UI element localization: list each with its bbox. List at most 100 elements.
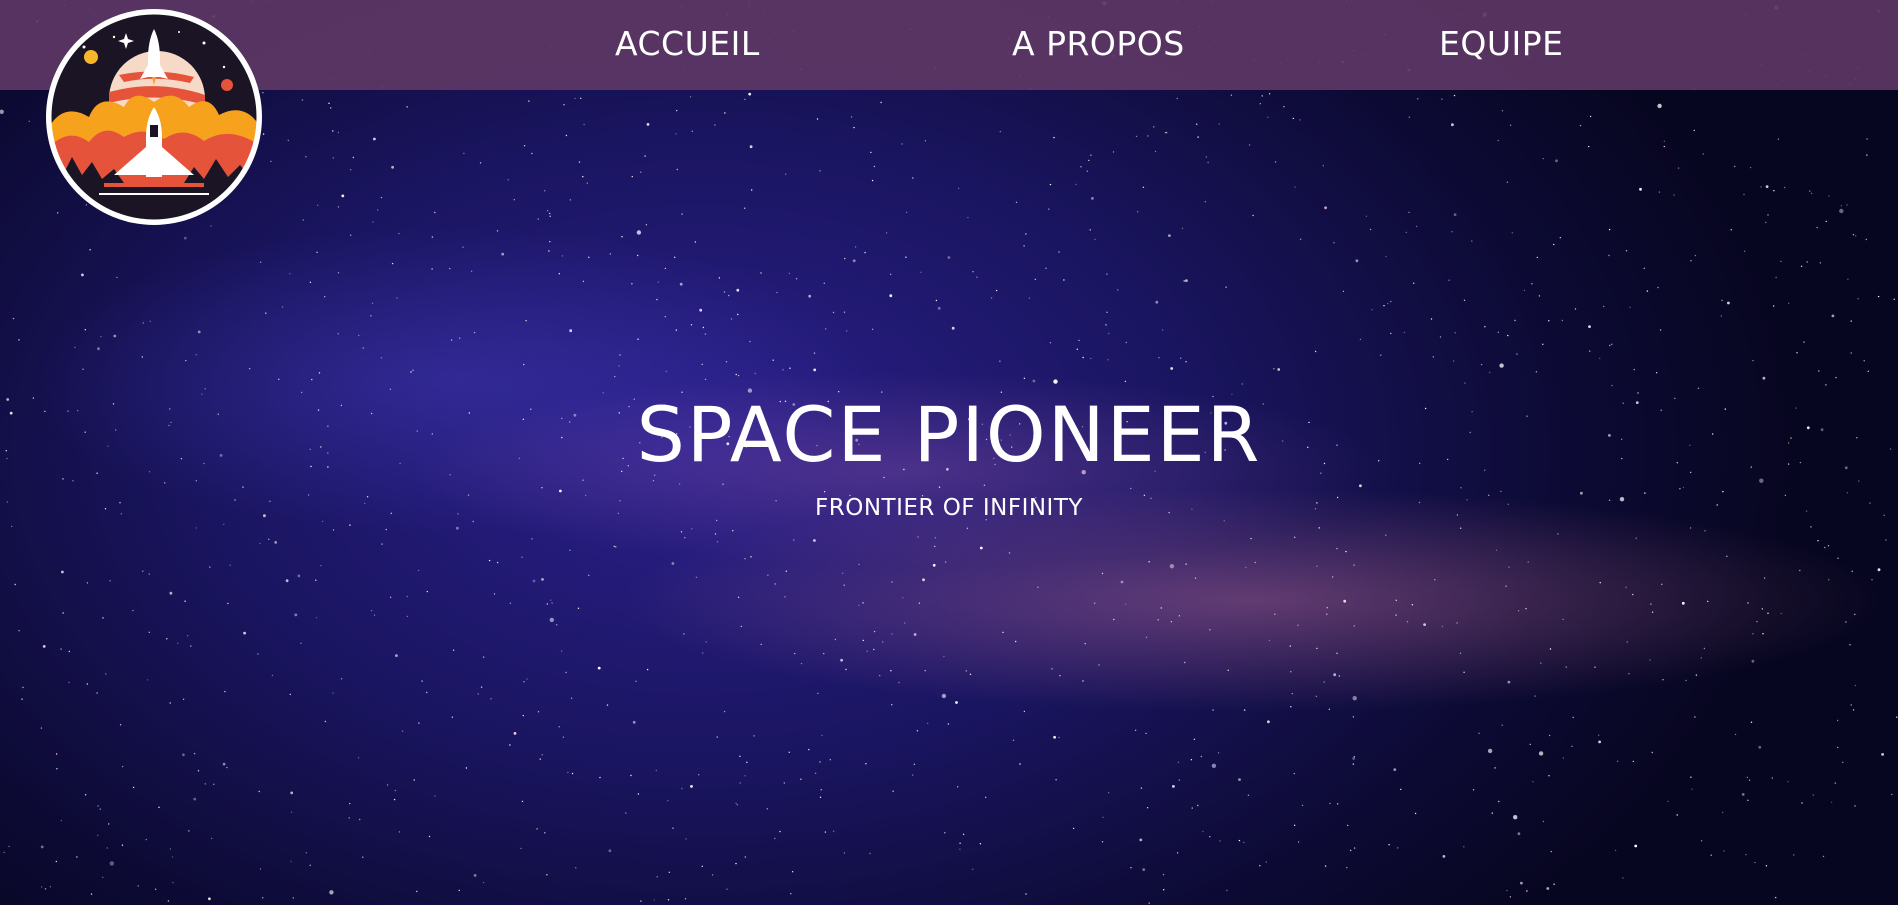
star xyxy=(1252,214,1254,217)
star xyxy=(1565,666,1567,668)
star xyxy=(723,291,726,293)
star xyxy=(311,378,313,381)
star xyxy=(169,591,173,595)
star xyxy=(1548,734,1551,737)
star xyxy=(829,759,831,761)
star xyxy=(1082,680,1084,682)
rocket-launch-badge-icon[interactable] xyxy=(44,7,264,227)
nav-link-equipe[interactable]: EQUIPE xyxy=(1439,24,1563,63)
star xyxy=(685,838,687,840)
star xyxy=(3,851,5,854)
star xyxy=(1090,154,1092,156)
star xyxy=(537,218,539,220)
star xyxy=(737,374,740,377)
star xyxy=(753,735,755,737)
star xyxy=(1369,228,1372,231)
star xyxy=(55,860,57,863)
star xyxy=(434,211,436,214)
star xyxy=(1217,752,1220,754)
star xyxy=(62,612,64,614)
star xyxy=(618,365,620,367)
star xyxy=(328,102,330,105)
star xyxy=(1893,298,1895,300)
star xyxy=(1498,800,1500,803)
star xyxy=(1472,789,1475,791)
star xyxy=(944,832,946,834)
star xyxy=(1854,613,1856,616)
star xyxy=(1817,540,1819,542)
star xyxy=(932,563,936,567)
star xyxy=(1274,161,1277,163)
star xyxy=(290,791,294,795)
star xyxy=(84,794,87,796)
star xyxy=(565,671,567,674)
star xyxy=(195,354,197,356)
star xyxy=(1747,602,1749,604)
star xyxy=(1155,300,1159,304)
star xyxy=(1108,792,1110,794)
star xyxy=(1727,301,1730,305)
star xyxy=(656,298,658,301)
star xyxy=(691,130,693,132)
star xyxy=(1540,662,1542,664)
star xyxy=(1178,779,1181,781)
star xyxy=(1442,855,1446,858)
star xyxy=(1250,537,1252,540)
star xyxy=(917,536,919,538)
star xyxy=(1015,640,1017,643)
star xyxy=(959,848,961,850)
star xyxy=(599,776,601,778)
star xyxy=(892,790,894,792)
star xyxy=(431,236,434,238)
star xyxy=(1523,289,1526,292)
star xyxy=(1140,787,1143,789)
star xyxy=(575,867,577,869)
star xyxy=(965,670,967,672)
star xyxy=(1511,232,1514,234)
star xyxy=(924,140,927,142)
star xyxy=(1106,311,1108,313)
star xyxy=(957,786,959,788)
star xyxy=(1091,197,1094,200)
nav-link-a-propos[interactable]: A PROPOS xyxy=(1012,24,1185,63)
star xyxy=(195,527,198,529)
star xyxy=(681,787,683,790)
star xyxy=(1072,827,1075,830)
nav-link-accueil[interactable]: ACCUEIL xyxy=(615,24,760,63)
star xyxy=(398,831,401,833)
star xyxy=(1572,716,1574,719)
star xyxy=(49,886,52,888)
star xyxy=(1759,478,1764,483)
star xyxy=(1589,350,1591,352)
star xyxy=(1655,372,1658,374)
star xyxy=(559,489,562,493)
star xyxy=(947,256,951,259)
star xyxy=(97,834,99,837)
star xyxy=(412,369,414,371)
star xyxy=(274,541,278,544)
star xyxy=(1336,652,1338,654)
star xyxy=(377,209,379,211)
star xyxy=(501,252,505,256)
star xyxy=(927,722,929,725)
star xyxy=(1726,555,1728,557)
star xyxy=(935,299,938,302)
star xyxy=(330,107,332,109)
star xyxy=(549,617,554,623)
star xyxy=(744,775,746,777)
star xyxy=(843,311,846,313)
star xyxy=(1314,350,1317,353)
star xyxy=(1480,363,1483,366)
star xyxy=(332,157,334,159)
star xyxy=(1243,709,1246,711)
star xyxy=(943,655,945,658)
star xyxy=(955,701,958,704)
star xyxy=(349,169,352,171)
star xyxy=(1659,329,1662,331)
star xyxy=(1877,568,1881,572)
star xyxy=(640,900,642,902)
star xyxy=(1051,668,1053,670)
star xyxy=(1549,648,1552,650)
star xyxy=(1845,621,1847,623)
star xyxy=(1078,339,1080,342)
